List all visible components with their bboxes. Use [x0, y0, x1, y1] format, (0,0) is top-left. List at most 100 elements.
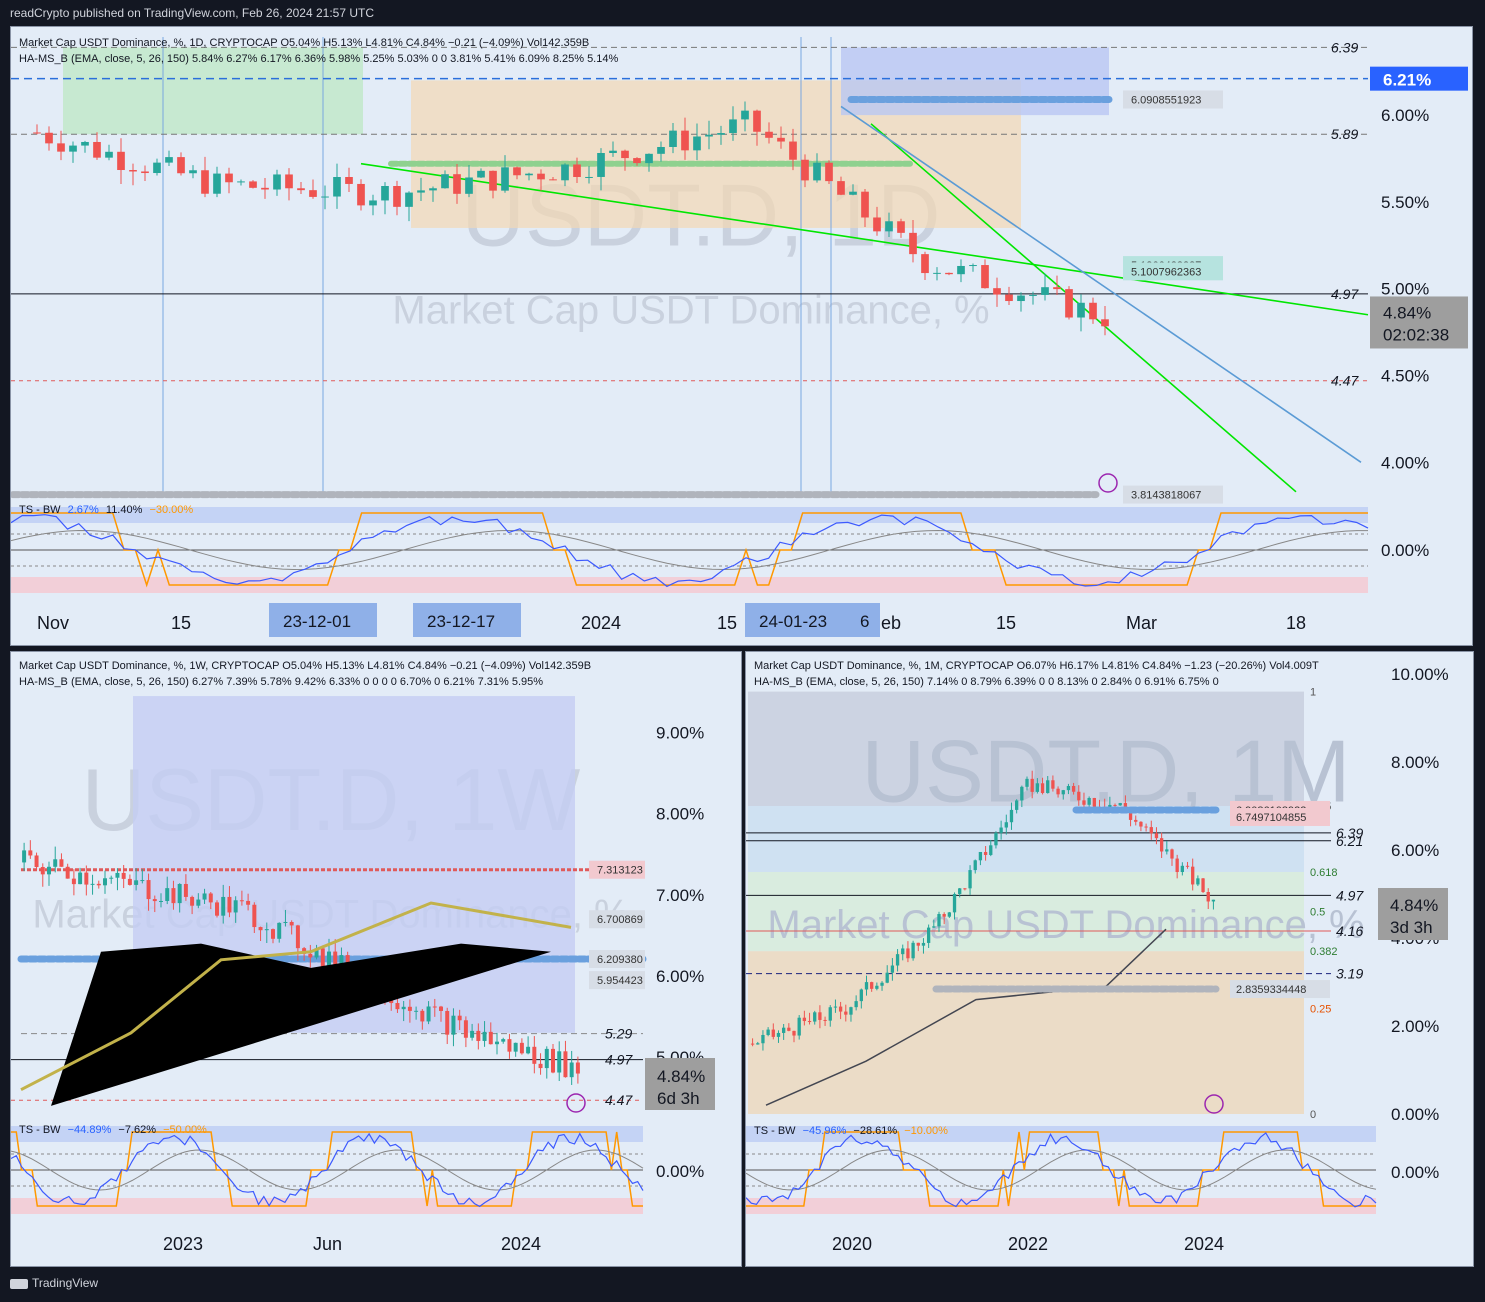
- daily-osc-value-3: −30.00%: [149, 504, 194, 516]
- monthly-osc-zero-label: 0.00%: [1391, 1163, 1439, 1182]
- daily-candle: [897, 221, 905, 233]
- tradingview-footer[interactable]: TradingView: [10, 1276, 98, 1290]
- monthly-candle: [1025, 778, 1029, 787]
- monthly-osc-value-1: −45.96%: [802, 1125, 847, 1137]
- daily-candle: [837, 181, 845, 195]
- monthly-chart-panel[interactable]: USDT.D, 1M Market Cap USDT Dominance, % 1 0…: [745, 651, 1474, 1267]
- monthly-fib-zone: [748, 951, 1304, 1114]
- weekly-candle: [476, 1030, 481, 1041]
- weekly-candle: [538, 1063, 543, 1069]
- weekly-candle: [283, 921, 288, 923]
- daily-x-label: 2024: [581, 613, 621, 633]
- daily-candle: [45, 132, 53, 144]
- monthly-candle: [999, 827, 1003, 833]
- weekly-osc-value-2: −7.62%: [118, 1124, 157, 1136]
- monthly-osc-lower-band: [746, 1198, 1376, 1214]
- tradingview-logo-icon: [10, 1278, 28, 1289]
- daily-candle: [321, 196, 329, 198]
- monthly-candle: [807, 1021, 812, 1023]
- monthly-fib-label: 0.25: [1310, 1003, 1331, 1015]
- monthly-candle: [870, 982, 874, 989]
- weekly-level-label: 4.97: [605, 1052, 633, 1068]
- daily-candle: [717, 133, 725, 135]
- daily-candle: [825, 162, 833, 182]
- daily-level-label: 4.97: [1331, 286, 1359, 302]
- daily-candle: [573, 164, 581, 177]
- monthly-candle: [1082, 800, 1086, 805]
- monthly-candle: [978, 851, 983, 861]
- monthly-chart-svg[interactable]: USDT.D, 1MMarket Cap USDT Dominance, %10…: [746, 652, 1473, 1266]
- daily-candle: [549, 179, 557, 181]
- weekly-candle: [271, 929, 275, 939]
- monthly-candle: [968, 870, 972, 889]
- weekly-legend-indicator: HA-MS_B (EMA, close, 5, 26, 150) 6.27% 7…: [19, 676, 544, 688]
- weekly-candle: [457, 1015, 462, 1021]
- daily-candle: [729, 119, 737, 134]
- daily-candle: [1053, 287, 1061, 290]
- daily-candle: [441, 174, 449, 189]
- daily-candle: [501, 167, 509, 191]
- daily-candle: [777, 137, 785, 142]
- weekly-countdown: 6d 3h: [657, 1089, 700, 1108]
- daily-level-label: 6.39: [1331, 39, 1358, 55]
- daily-level-label: 4.47: [1331, 373, 1359, 389]
- daily-candle: [225, 173, 233, 183]
- daily-candle: [297, 188, 305, 191]
- monthly-level-label: 3.19: [1336, 966, 1363, 982]
- daily-candle: [249, 181, 257, 188]
- weekly-candle: [221, 896, 226, 916]
- weekly-candle: [420, 1010, 425, 1022]
- monthly-candle: [937, 914, 941, 927]
- daily-candle: [789, 141, 797, 160]
- daily-date-badge: 24-01-23: [759, 612, 827, 631]
- daily-chart-svg[interactable]: USDT.D, 1DMarket Cap USDT Dominance, %6.…: [11, 27, 1472, 645]
- weekly-chart-svg[interactable]: USDT.D, 1WMarket Cap USDT Dominance, %5.…: [11, 652, 741, 1266]
- monthly-candle: [1077, 791, 1081, 801]
- daily-y-tick: 6.00%: [1381, 106, 1429, 125]
- daily-blue-trendline: [840, 105, 1362, 463]
- daily-candle: [801, 159, 809, 181]
- monthly-candle: [854, 1001, 858, 1008]
- daily-candle: [657, 146, 665, 154]
- weekly-candle: [513, 1042, 518, 1052]
- monthly-candle: [1159, 838, 1164, 852]
- daily-price-tag: 6.0908551923: [1131, 94, 1201, 106]
- daily-candle: [849, 191, 857, 195]
- weekly-candle: [134, 880, 139, 885]
- weekly-chart-panel[interactable]: USDT.D, 1WMarket Cap USDT Dominance, %5.…: [10, 651, 742, 1267]
- weekly-candle: [140, 880, 145, 882]
- monthly-candle: [818, 1012, 822, 1020]
- daily-candle: [201, 170, 209, 194]
- weekly-candle: [109, 877, 114, 879]
- weekly-osc-legend: TS - BW −44.89% −7.62% −50.00%: [19, 1124, 207, 1136]
- weekly-last-price: 4.84%: [657, 1067, 705, 1086]
- monthly-candle: [1056, 788, 1060, 795]
- daily-legend-indicator: HA-MS_B (EMA, close, 5, 26, 150) 5.84% 6…: [19, 53, 619, 65]
- daily-watermark-name: Market Cap USDT Dominance, %: [392, 288, 989, 332]
- weekly-candle: [208, 893, 213, 903]
- daily-candle: [393, 186, 401, 207]
- weekly-candle: [575, 1062, 580, 1074]
- weekly-candle: [183, 883, 188, 897]
- daily-chart-panel[interactable]: USDT.D, 1DMarket Cap USDT Dominance, %6.…: [10, 26, 1473, 646]
- monthly-candle: [864, 982, 869, 990]
- weekly-candle: [96, 883, 101, 886]
- daily-candle: [237, 181, 245, 183]
- monthly-candle: [1134, 819, 1138, 822]
- daily-candle: [93, 141, 101, 158]
- daily-candle: [429, 188, 437, 191]
- daily-candle: [213, 173, 221, 194]
- monthly-last-price: 4.84%: [1390, 896, 1438, 915]
- monthly-candle: [885, 972, 889, 983]
- weekly-candle: [532, 1046, 537, 1064]
- monthly-candle: [859, 989, 863, 1002]
- monthly-candle: [890, 965, 895, 973]
- daily-y-tick: 5.50%: [1381, 193, 1429, 212]
- daily-countdown: 02:02:38: [1383, 325, 1449, 344]
- monthly-y-tick: 0.00%: [1391, 1105, 1439, 1124]
- daily-y-tick: 5.00%: [1381, 280, 1429, 299]
- daily-candle: [597, 152, 605, 177]
- weekly-y-tick: 7.00%: [656, 886, 704, 905]
- weekly-candle: [190, 896, 195, 906]
- monthly-candle: [1061, 790, 1065, 795]
